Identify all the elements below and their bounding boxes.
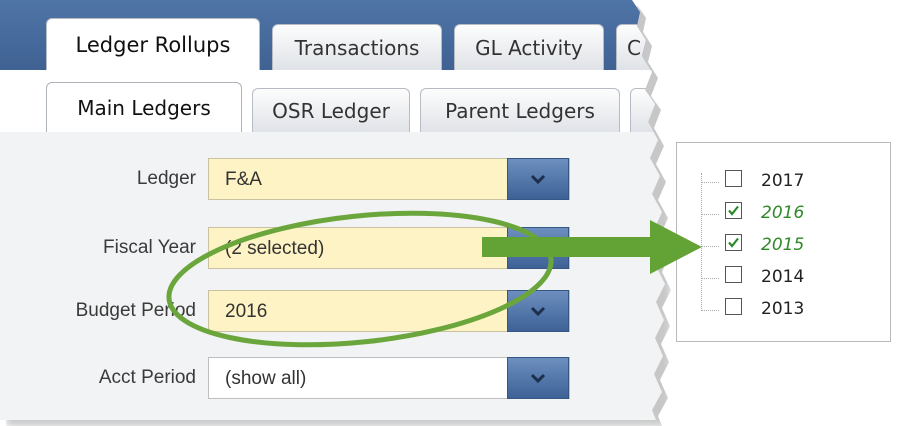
annotation-overlay: [166, 210, 702, 348]
highlight-ellipse: [166, 210, 554, 348]
